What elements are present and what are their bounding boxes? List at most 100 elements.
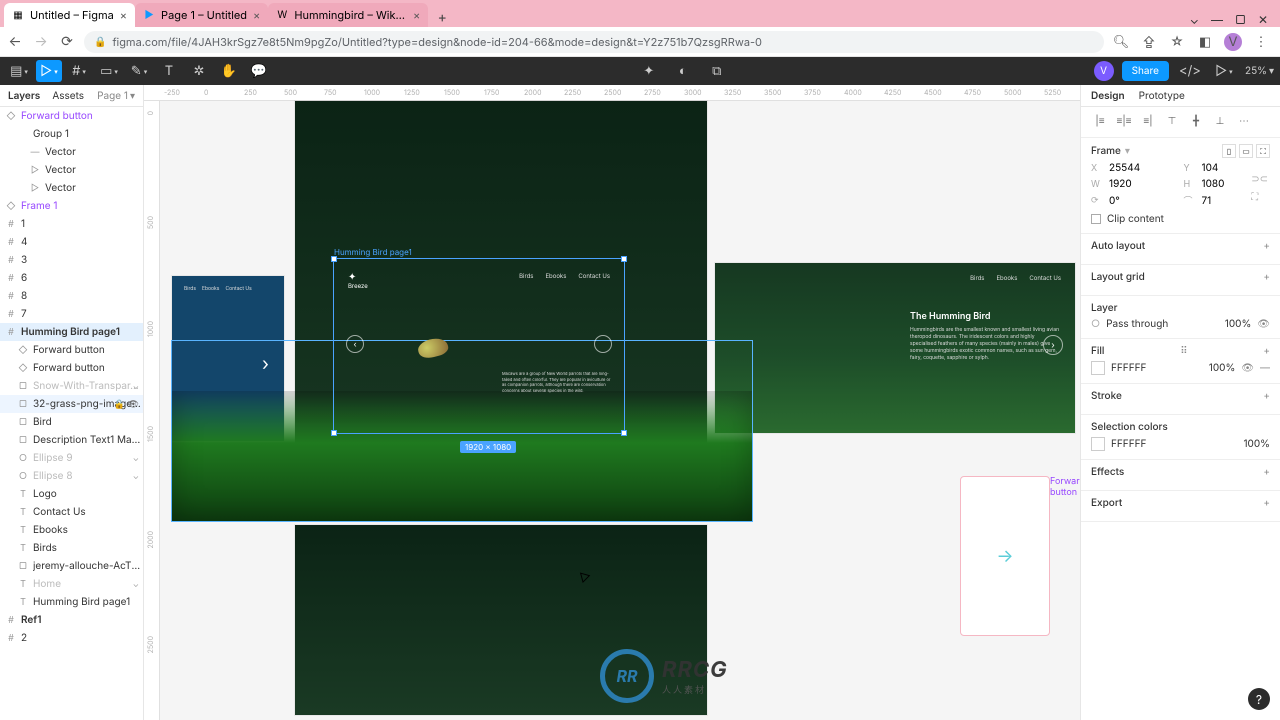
remove-fill-button[interactable]: — [1260, 362, 1270, 374]
layer-row[interactable]: #8 [0, 287, 143, 305]
sidepanel-icon[interactable]: ◧ [1196, 33, 1214, 51]
layer-row[interactable]: ○Ellipse 9⌄ [0, 449, 143, 467]
clip-content-checkbox[interactable] [1091, 214, 1101, 224]
layer-row[interactable]: TBirds [0, 539, 143, 557]
ai-tool[interactable]: ✦ [636, 60, 662, 82]
window-close-icon[interactable]: ✕ [1258, 12, 1268, 27]
artboard-card[interactable]: Birds Ebooks Contact Us The Humming Bird… [715, 263, 1075, 433]
shape-tool[interactable]: ▭▾ [96, 60, 122, 82]
layer-row[interactable]: ○Ellipse 8⌄ [0, 467, 143, 485]
frame-vert-icon[interactable]: ▯ [1222, 144, 1236, 158]
layer-row[interactable]: #6 [0, 269, 143, 287]
tab-assets[interactable]: Assets [52, 90, 84, 102]
star-icon[interactable]: ☆ [1168, 33, 1186, 51]
hand-tool[interactable]: ✋ [216, 60, 242, 82]
search-icon[interactable]: 🔍︎ [1112, 33, 1130, 51]
frame-tool[interactable]: #▾ [66, 60, 92, 82]
layer-row[interactable]: TLogo [0, 485, 143, 503]
frame-x-input[interactable] [1109, 162, 1178, 174]
contrast-tool[interactable]: ◐ [670, 60, 696, 82]
install-icon[interactable]: ⇪ [1140, 33, 1158, 51]
layer-row[interactable]: ▷Vector [0, 161, 143, 179]
layer-row[interactable]: Group 1 [0, 125, 143, 143]
browser-tab-1[interactable]: ▦ Untitled – Figma × [4, 3, 135, 27]
tab-design[interactable]: Design [1091, 90, 1125, 102]
window-minimize-icon[interactable]: — [1211, 12, 1223, 27]
layer-row[interactable]: ◇Forward button [0, 341, 143, 359]
layer-row[interactable]: ▢Bird [0, 413, 143, 431]
frame-w-input[interactable] [1109, 178, 1178, 190]
selcolor-opacity[interactable]: 100% [1243, 438, 1270, 450]
help-button[interactable]: ? [1248, 688, 1270, 710]
layer-row[interactable]: ▢jeremy-allouche-AcTfP4qX8b... [0, 557, 143, 575]
share-button[interactable]: Share [1122, 61, 1169, 81]
multiplayer-tool[interactable]: ⧉ [704, 60, 730, 82]
add-layoutgrid-button[interactable]: + [1263, 271, 1270, 283]
layer-row[interactable]: ◇Forward button [0, 359, 143, 377]
new-tab-button[interactable]: + [432, 7, 452, 27]
link-wh-icon[interactable]: ⊃⊂ [1251, 173, 1268, 185]
add-stroke-button[interactable]: + [1263, 390, 1270, 402]
blend-mode-dropdown[interactable]: Pass through [1106, 318, 1219, 330]
add-export-button[interactable]: + [1263, 497, 1270, 509]
frame-rot-input[interactable] [1109, 195, 1178, 207]
selected-frame[interactable]: Humming Bird page1 ✦ Breeze Birds Ebooks [334, 259, 624, 433]
layer-row[interactable]: THome⌄ [0, 575, 143, 593]
artboard-forest-bottom[interactable] [295, 525, 707, 715]
preview-label[interactable]: Forward button [1050, 476, 1080, 498]
frame-horiz-icon[interactable]: ▭ [1239, 144, 1253, 158]
frame-label[interactable]: Humming Bird page1 [334, 247, 412, 257]
align-vcenter-icon[interactable]: ╋ [1187, 113, 1205, 129]
fill-styles-button[interactable]: ⠿ [1180, 345, 1187, 357]
layer-opacity-input[interactable]: 100% [1225, 318, 1252, 330]
layer-row[interactable]: #2 [0, 629, 143, 647]
main-menu-button[interactable]: ▤▾ [6, 60, 32, 82]
page-dropdown[interactable]: Page 1 ▾ [97, 90, 135, 102]
back-button[interactable]: ← [6, 33, 24, 51]
layer-row[interactable]: #4 [0, 233, 143, 251]
fill-swatch[interactable] [1091, 361, 1105, 375]
blend-mode-icon[interactable]: ○ [1091, 318, 1100, 330]
resize-handle[interactable] [621, 256, 627, 262]
frame-fit-icon[interactable]: ⛶ [1256, 144, 1270, 158]
tab-layers[interactable]: Layers [8, 90, 40, 102]
fill-hex-input[interactable]: FFFFFF [1111, 362, 1203, 374]
browser-tab-3[interactable]: W Hummingbird – Wikipedia × [268, 3, 428, 27]
layer-row[interactable]: #3 [0, 251, 143, 269]
layer-row[interactable]: ◇Frame 1 [0, 197, 143, 215]
eye-icon[interactable]: 👁 [1257, 318, 1270, 330]
add-autolayout-button[interactable]: + [1263, 240, 1270, 252]
layer-row[interactable]: THumming Bird page1 [0, 593, 143, 611]
resize-handle[interactable] [331, 430, 337, 436]
add-fill-button[interactable]: + [1263, 345, 1270, 357]
zoom-dropdown[interactable]: 25%▾ [1245, 65, 1274, 77]
layer-row[interactable]: ▢Description Text1 Macow [0, 431, 143, 449]
layer-row[interactable]: #Humming Bird page1 [0, 323, 143, 341]
browser-tab-2[interactable]: ▶ Page 1 – Untitled × [135, 3, 268, 27]
fill-opacity-input[interactable]: 100% [1209, 362, 1236, 374]
reload-button[interactable]: ⟳ [58, 33, 76, 51]
add-effect-button[interactable]: + [1263, 466, 1270, 478]
arrow-left-icon[interactable]: ‹ [346, 335, 364, 353]
selcolor-swatch[interactable] [1091, 437, 1105, 451]
close-icon[interactable]: × [413, 8, 420, 22]
arrow-right-icon[interactable] [594, 335, 612, 353]
kebab-menu-icon[interactable]: ⋮ [1252, 33, 1270, 51]
layer-tree[interactable]: ◇Forward buttonGroup 1—Vector▷Vector▷Vec… [0, 107, 143, 720]
layer-row[interactable]: ▢Snow-With-Transpar...⌄ [0, 377, 143, 395]
layer-row[interactable]: TContact Us [0, 503, 143, 521]
layer-row[interactable]: —Vector [0, 143, 143, 161]
align-left-icon[interactable]: |≡ [1091, 113, 1109, 129]
resources-tool[interactable]: ✲ [186, 60, 212, 82]
eye-icon[interactable]: 👁 [1241, 362, 1254, 374]
close-icon[interactable]: × [253, 8, 260, 22]
forward-button[interactable]: → [32, 33, 50, 51]
selcolor-hex[interactable]: FFFFFF [1111, 438, 1237, 450]
window-maximize-icon[interactable]: ▢ [1235, 12, 1246, 27]
align-bottom-icon[interactable]: ⊥ [1211, 113, 1229, 129]
pen-tool[interactable]: ✎▾ [126, 60, 152, 82]
chevron-down-icon[interactable]: ▾ [1125, 145, 1130, 157]
canvas[interactable]: -250025050075010001250150017502000225025… [144, 85, 1080, 720]
layer-row[interactable]: #1 [0, 215, 143, 233]
resize-handle[interactable] [621, 430, 627, 436]
